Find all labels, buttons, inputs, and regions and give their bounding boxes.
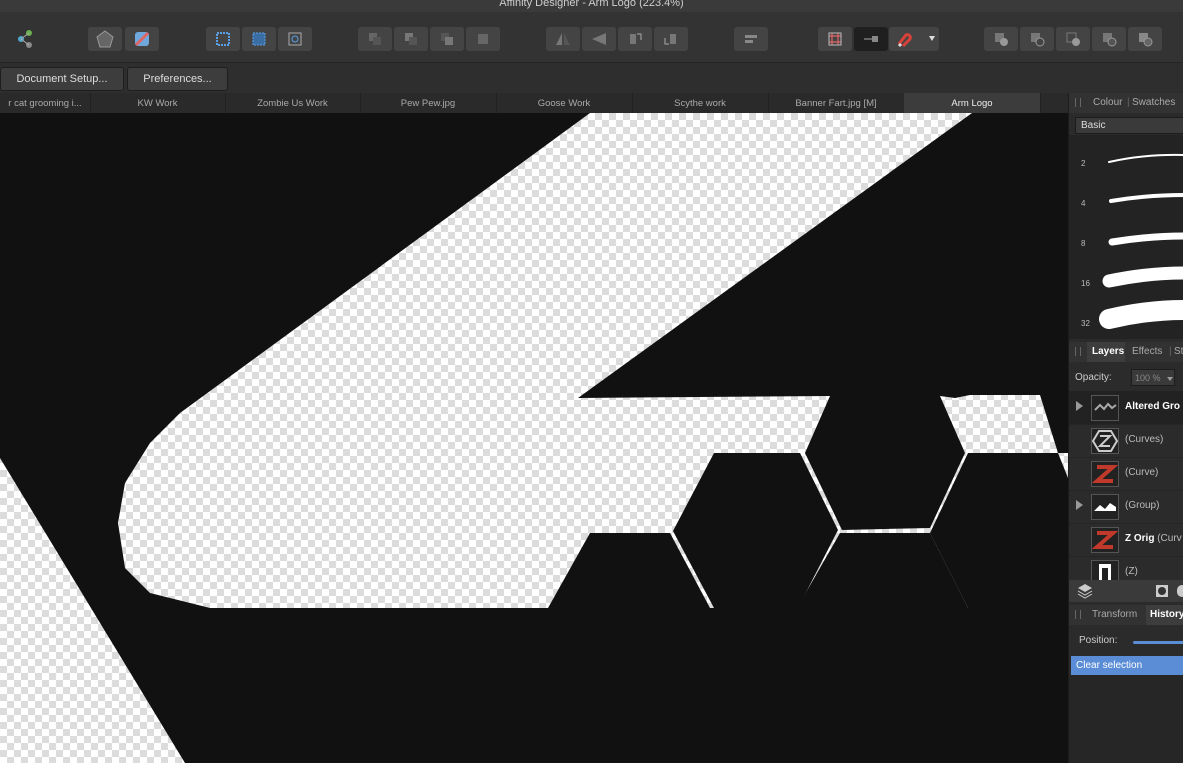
arrange-front-icon[interactable] [466, 27, 500, 51]
pixel-snap-icon[interactable] [854, 27, 888, 51]
panel-grip-icon[interactable] [1075, 98, 1081, 107]
brush-item[interactable]: 4 [1069, 179, 1183, 219]
arrange-backward-icon[interactable] [394, 27, 428, 51]
adjustment-icon[interactable] [1177, 585, 1183, 597]
layer-row[interactable]: (Curves) [1069, 424, 1183, 458]
flip-vertical-icon[interactable] [582, 27, 616, 51]
title-bar: Affinity Designer - Arm Logo (223.4%) [0, 0, 1183, 12]
brush-item[interactable]: 8 [1069, 219, 1183, 259]
layer-row[interactable]: (Curve) [1069, 457, 1183, 491]
layer-name: Z Orig (Curv [1125, 533, 1182, 544]
preferences-button[interactable]: Preferences... [127, 67, 228, 91]
tab-colour[interactable]: Colour [1093, 97, 1122, 108]
right-panel: Colour | Swatches Basic 2 4 8 16 32 Laye… [1068, 93, 1183, 763]
layer-thumbnail [1091, 395, 1119, 421]
document-tabs: r cat grooming i... KW Work Zombie Us Wo… [0, 93, 1068, 113]
boolean-divide-icon[interactable] [1128, 27, 1162, 51]
tab-pew-pew[interactable]: Pew Pew.jpg [360, 93, 497, 113]
tab-layers[interactable]: Layers [1092, 346, 1124, 357]
tab-kw-work[interactable]: KW Work [90, 93, 226, 113]
tab-cat-grooming[interactable]: r cat grooming i... [0, 93, 91, 113]
history-list-empty [1069, 675, 1183, 763]
boolean-subtract-icon[interactable] [1020, 27, 1054, 51]
tab-arm-logo[interactable]: Arm Logo [904, 93, 1041, 113]
document-setup-button[interactable]: Document Setup... [0, 67, 124, 91]
layer-thumbnail [1091, 527, 1119, 553]
layers-footer [1069, 580, 1183, 602]
layer-thumbnail [1091, 461, 1119, 487]
align-icon[interactable] [734, 27, 768, 51]
window-title: Affinity Designer - Arm Logo (223.4%) [499, 0, 684, 9]
layer-thumbnail [1091, 428, 1119, 454]
rotate-left-icon[interactable] [618, 27, 652, 51]
tab-goose-work[interactable]: Goose Work [496, 93, 633, 113]
opacity-chevron-icon[interactable] [1167, 377, 1173, 381]
brush-stroke-preview [1102, 266, 1183, 288]
brush-stroke-preview [1109, 193, 1183, 203]
tab-history[interactable]: History [1150, 609, 1183, 620]
position-label: Position: [1079, 635, 1118, 646]
boolean-xor-icon[interactable] [1092, 27, 1126, 51]
brush-stroke-preview [1099, 300, 1183, 329]
brush-stroke-preview [1108, 153, 1183, 163]
layer-row[interactable]: (Group) [1069, 490, 1183, 524]
layer-thumbnail [1091, 560, 1119, 580]
magnet-icon[interactable] [889, 27, 939, 51]
brush-item[interactable]: 2 [1069, 139, 1183, 179]
history-entry[interactable]: Clear selection [1071, 656, 1183, 675]
tab-swatches[interactable]: Swatches [1132, 97, 1175, 108]
arrange-back-icon[interactable] [358, 27, 392, 51]
canvas[interactable] [0, 113, 1068, 763]
expand-arrow-icon[interactable] [1076, 500, 1083, 510]
selection-box-icon[interactable] [242, 27, 276, 51]
layer-name: Altered Gro [1125, 401, 1181, 412]
boolean-intersect-icon[interactable] [1056, 27, 1090, 51]
tab-zombie-us-work[interactable]: Zombie Us Work [225, 93, 361, 113]
flip-horizontal-icon[interactable] [546, 27, 580, 51]
tab-effects[interactable]: Effects [1132, 346, 1162, 357]
tab-banner-fart[interactable]: Banner Fart.jpg [M] [768, 93, 905, 113]
mask-icon[interactable] [1155, 584, 1169, 598]
expand-arrow-icon[interactable] [1076, 401, 1083, 411]
logo-artwork[interactable] [0, 113, 1068, 763]
arrange-forward-icon[interactable] [430, 27, 464, 51]
tab-transform[interactable]: Transform [1092, 609, 1137, 620]
history-position-slider[interactable] [1133, 641, 1183, 644]
transform-icon[interactable] [278, 27, 312, 51]
opacity-label: Opacity: [1075, 372, 1112, 383]
rotate-right-icon[interactable] [654, 27, 688, 51]
persona-icon[interactable] [8, 27, 42, 51]
layers-stack-icon[interactable] [1076, 582, 1094, 600]
layer-thumbnail [1091, 494, 1119, 520]
tab-styles[interactable]: St [1174, 346, 1183, 357]
dropdown-chevron-icon[interactable] [929, 36, 935, 41]
layer-name: (Curve) [1125, 467, 1159, 478]
context-toolbar: Document Setup... Preferences... [0, 63, 1183, 93]
layer-row[interactable]: Z Orig (Curv [1069, 523, 1183, 557]
layer-name: (Z) [1125, 566, 1138, 577]
snapping-grid-icon[interactable] [206, 27, 240, 51]
brush-item[interactable]: 16 [1069, 259, 1183, 299]
brushes-panel-tabs: Colour | Swatches [1069, 93, 1183, 113]
tab-scythe-work[interactable]: Scythe work [632, 93, 769, 113]
history-panel-tabs: Transform History [1069, 605, 1183, 625]
layer-row[interactable]: (Z) [1069, 556, 1183, 581]
layer-name: (Group) [1125, 500, 1160, 511]
brush-stroke-preview [1108, 232, 1183, 246]
designer-persona-icon[interactable] [125, 27, 159, 51]
layer-name: (Curves) [1125, 434, 1164, 445]
panel-grip-icon[interactable] [1075, 347, 1081, 356]
main-toolbar [0, 12, 1183, 63]
brush-list[interactable]: 2 4 8 16 32 [1069, 135, 1183, 339]
brush-category-select[interactable]: Basic [1075, 117, 1183, 134]
brush-item[interactable]: 32 [1069, 299, 1183, 339]
layers-panel-tabs: Layers Effects | St [1069, 342, 1183, 362]
layer-row[interactable]: Altered Gro [1069, 391, 1183, 425]
panel-grip-icon[interactable] [1075, 610, 1081, 619]
publisher-icon[interactable] [88, 27, 122, 51]
boolean-add-icon[interactable] [984, 27, 1018, 51]
grid-icon[interactable] [818, 27, 852, 51]
